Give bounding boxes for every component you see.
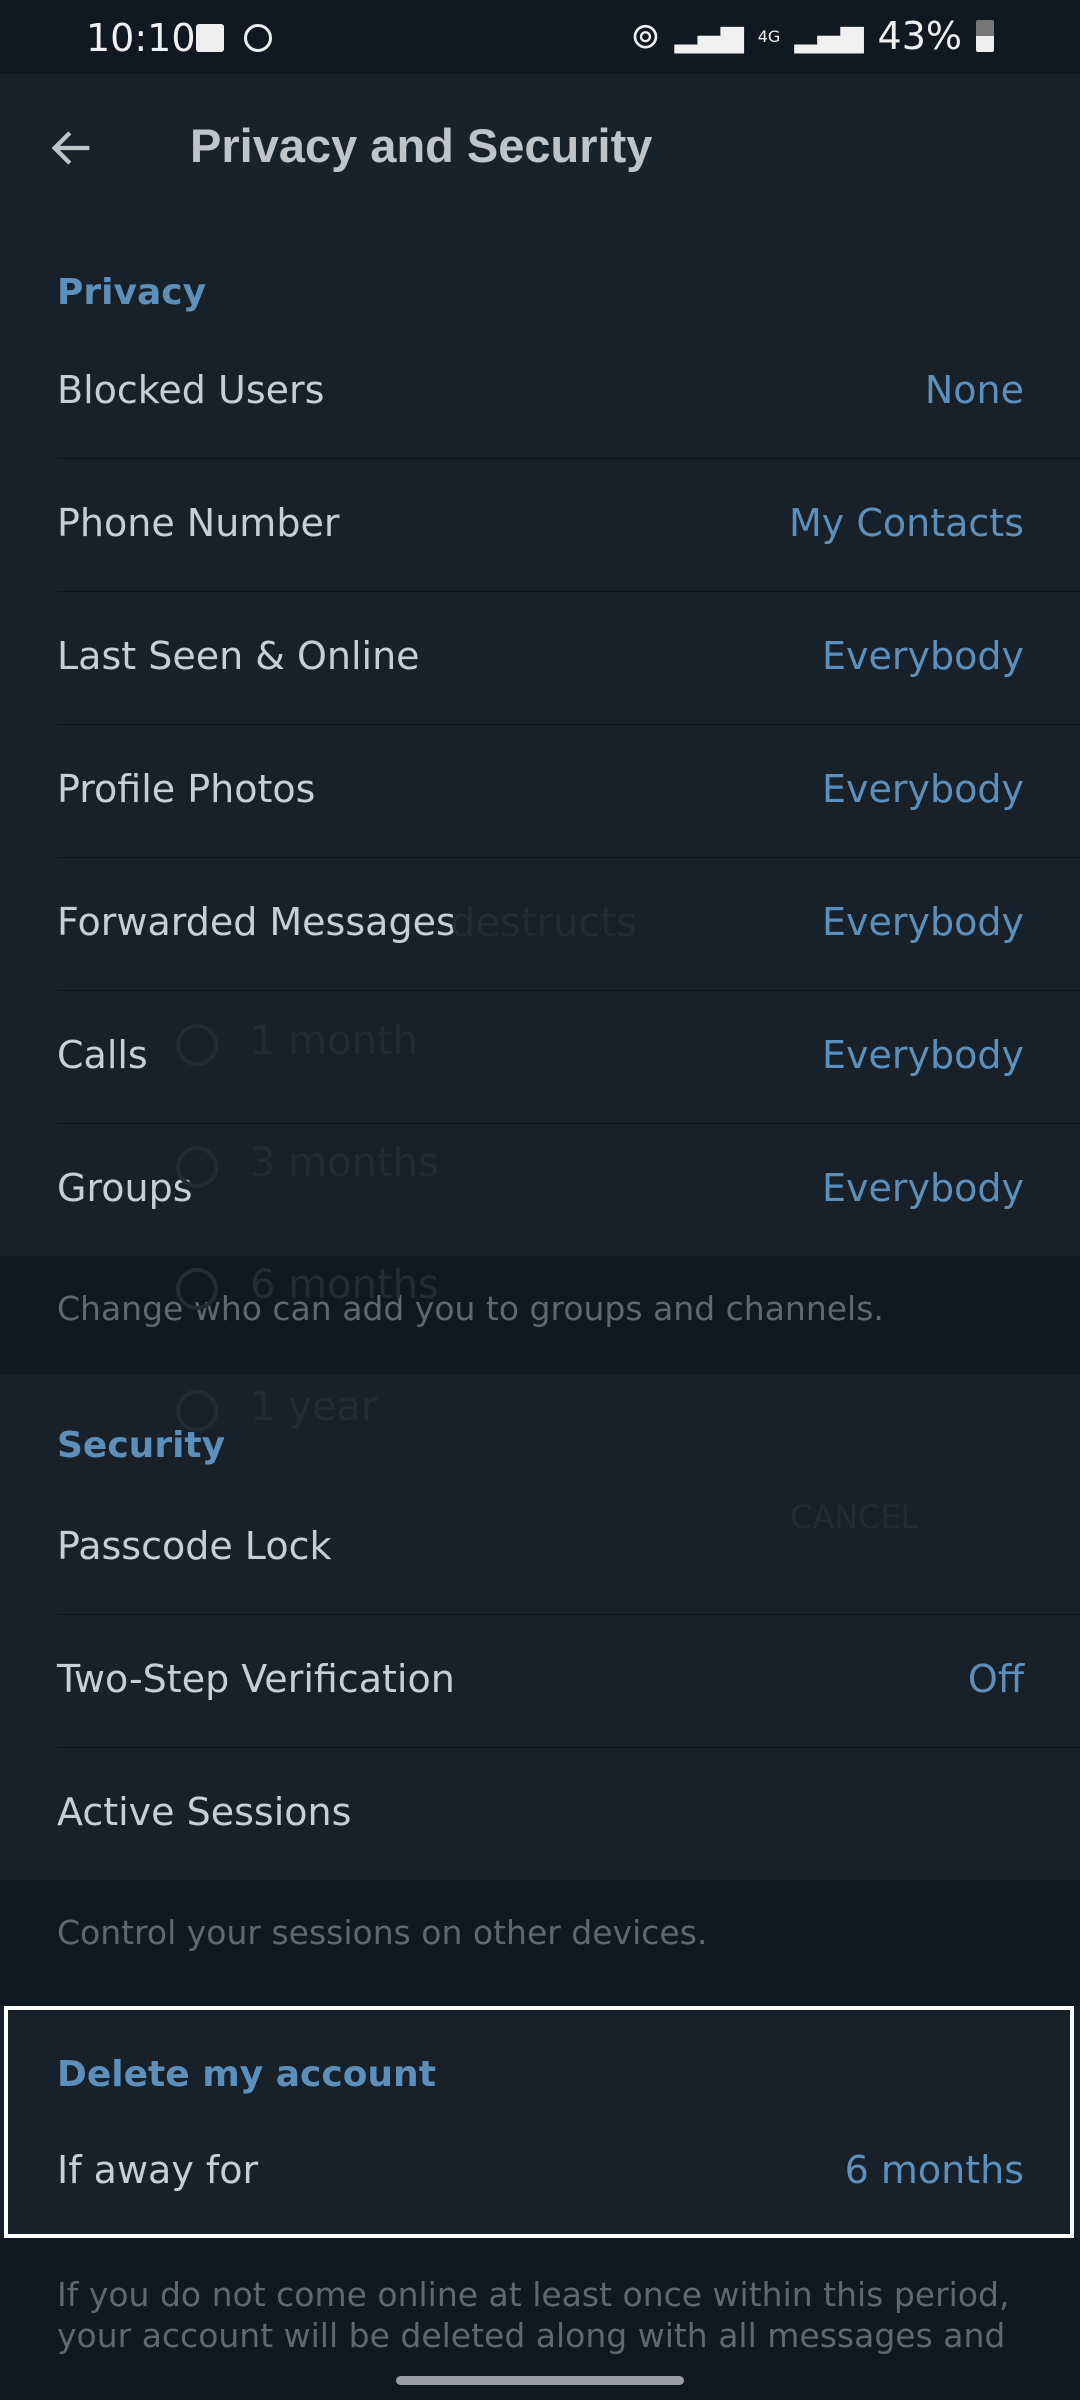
network-type: 4G (757, 26, 781, 46)
app-bar: Privacy and Security (0, 74, 1080, 222)
settings-row[interactable]: Profile Photos Everybody (0, 725, 1080, 858)
settings-row[interactable]: Forwarded Messages Everybody (0, 858, 1080, 991)
row-label: Phone Number (57, 501, 340, 545)
row-value: My Contacts (789, 501, 1024, 545)
row-label: Blocked Users (57, 368, 325, 412)
privacy-info: Change who can add you to groups and cha… (57, 1289, 884, 1328)
row-value: None (924, 368, 1024, 412)
status-bar: 10:10 ⊚ ▂▄▆ 4G ▂▄▆ 43% (0, 0, 1080, 74)
dnd-icon (244, 24, 272, 52)
privacy-header: Privacy (57, 272, 207, 313)
battery-level: 43% (877, 14, 962, 58)
row-label: Calls (57, 1033, 148, 1077)
security-info: Control your sessions on other devices. (57, 1913, 708, 1952)
settings-row[interactable]: Groups Everybody (0, 1124, 1080, 1257)
page-title: Privacy and Security (190, 119, 653, 172)
row-value: Everybody (822, 767, 1024, 811)
row-label: Groups (57, 1166, 193, 1210)
back-arrow-icon[interactable] (46, 122, 98, 174)
home-indicator[interactable] (396, 2376, 684, 2385)
row-label: Last Seen & Online (57, 634, 420, 678)
settings-row[interactable]: Phone Number My Contacts (0, 459, 1080, 592)
settings-row[interactable]: Blocked Users None (0, 326, 1080, 459)
gallery-icon (196, 24, 224, 52)
security-section: Security Passcode Lock Two-Step Verificat… (0, 1375, 1080, 1880)
row-value: Off (967, 1657, 1024, 1701)
settings-row[interactable]: Passcode Lock (0, 1482, 1080, 1615)
settings-row[interactable]: Calls Everybody (0, 991, 1080, 1124)
row-label: Two-Step Verification (57, 1657, 455, 1701)
hotspot-icon: ⊚ (630, 15, 661, 57)
battery-icon (976, 20, 994, 52)
status-time: 10:10 (86, 16, 196, 60)
row-value: Everybody (822, 1166, 1024, 1210)
row-label: Passcode Lock (57, 1524, 332, 1568)
settings-row[interactable]: Two-Step Verification Off (0, 1615, 1080, 1748)
highlight-box (4, 2006, 1074, 2238)
security-header: Security (57, 1425, 226, 1466)
row-label: Active Sessions (57, 1790, 352, 1834)
row-value: Everybody (822, 900, 1024, 944)
settings-row[interactable]: Active Sessions (0, 1748, 1080, 1881)
settings-row[interactable]: Last Seen & Online Everybody (0, 592, 1080, 725)
row-label: Profile Photos (57, 767, 316, 811)
row-value: Everybody (822, 1033, 1024, 1077)
signal-icon: ▂▄▆ (674, 18, 744, 54)
delete-info-line2: your account will be deleted along with … (57, 2316, 1006, 2355)
signal-icon: ▂▄▆ (794, 18, 864, 54)
row-value: Everybody (822, 634, 1024, 678)
row-label: Forwarded Messages (57, 900, 456, 944)
privacy-section: Privacy Blocked Users None Phone Number My … (0, 222, 1080, 1256)
